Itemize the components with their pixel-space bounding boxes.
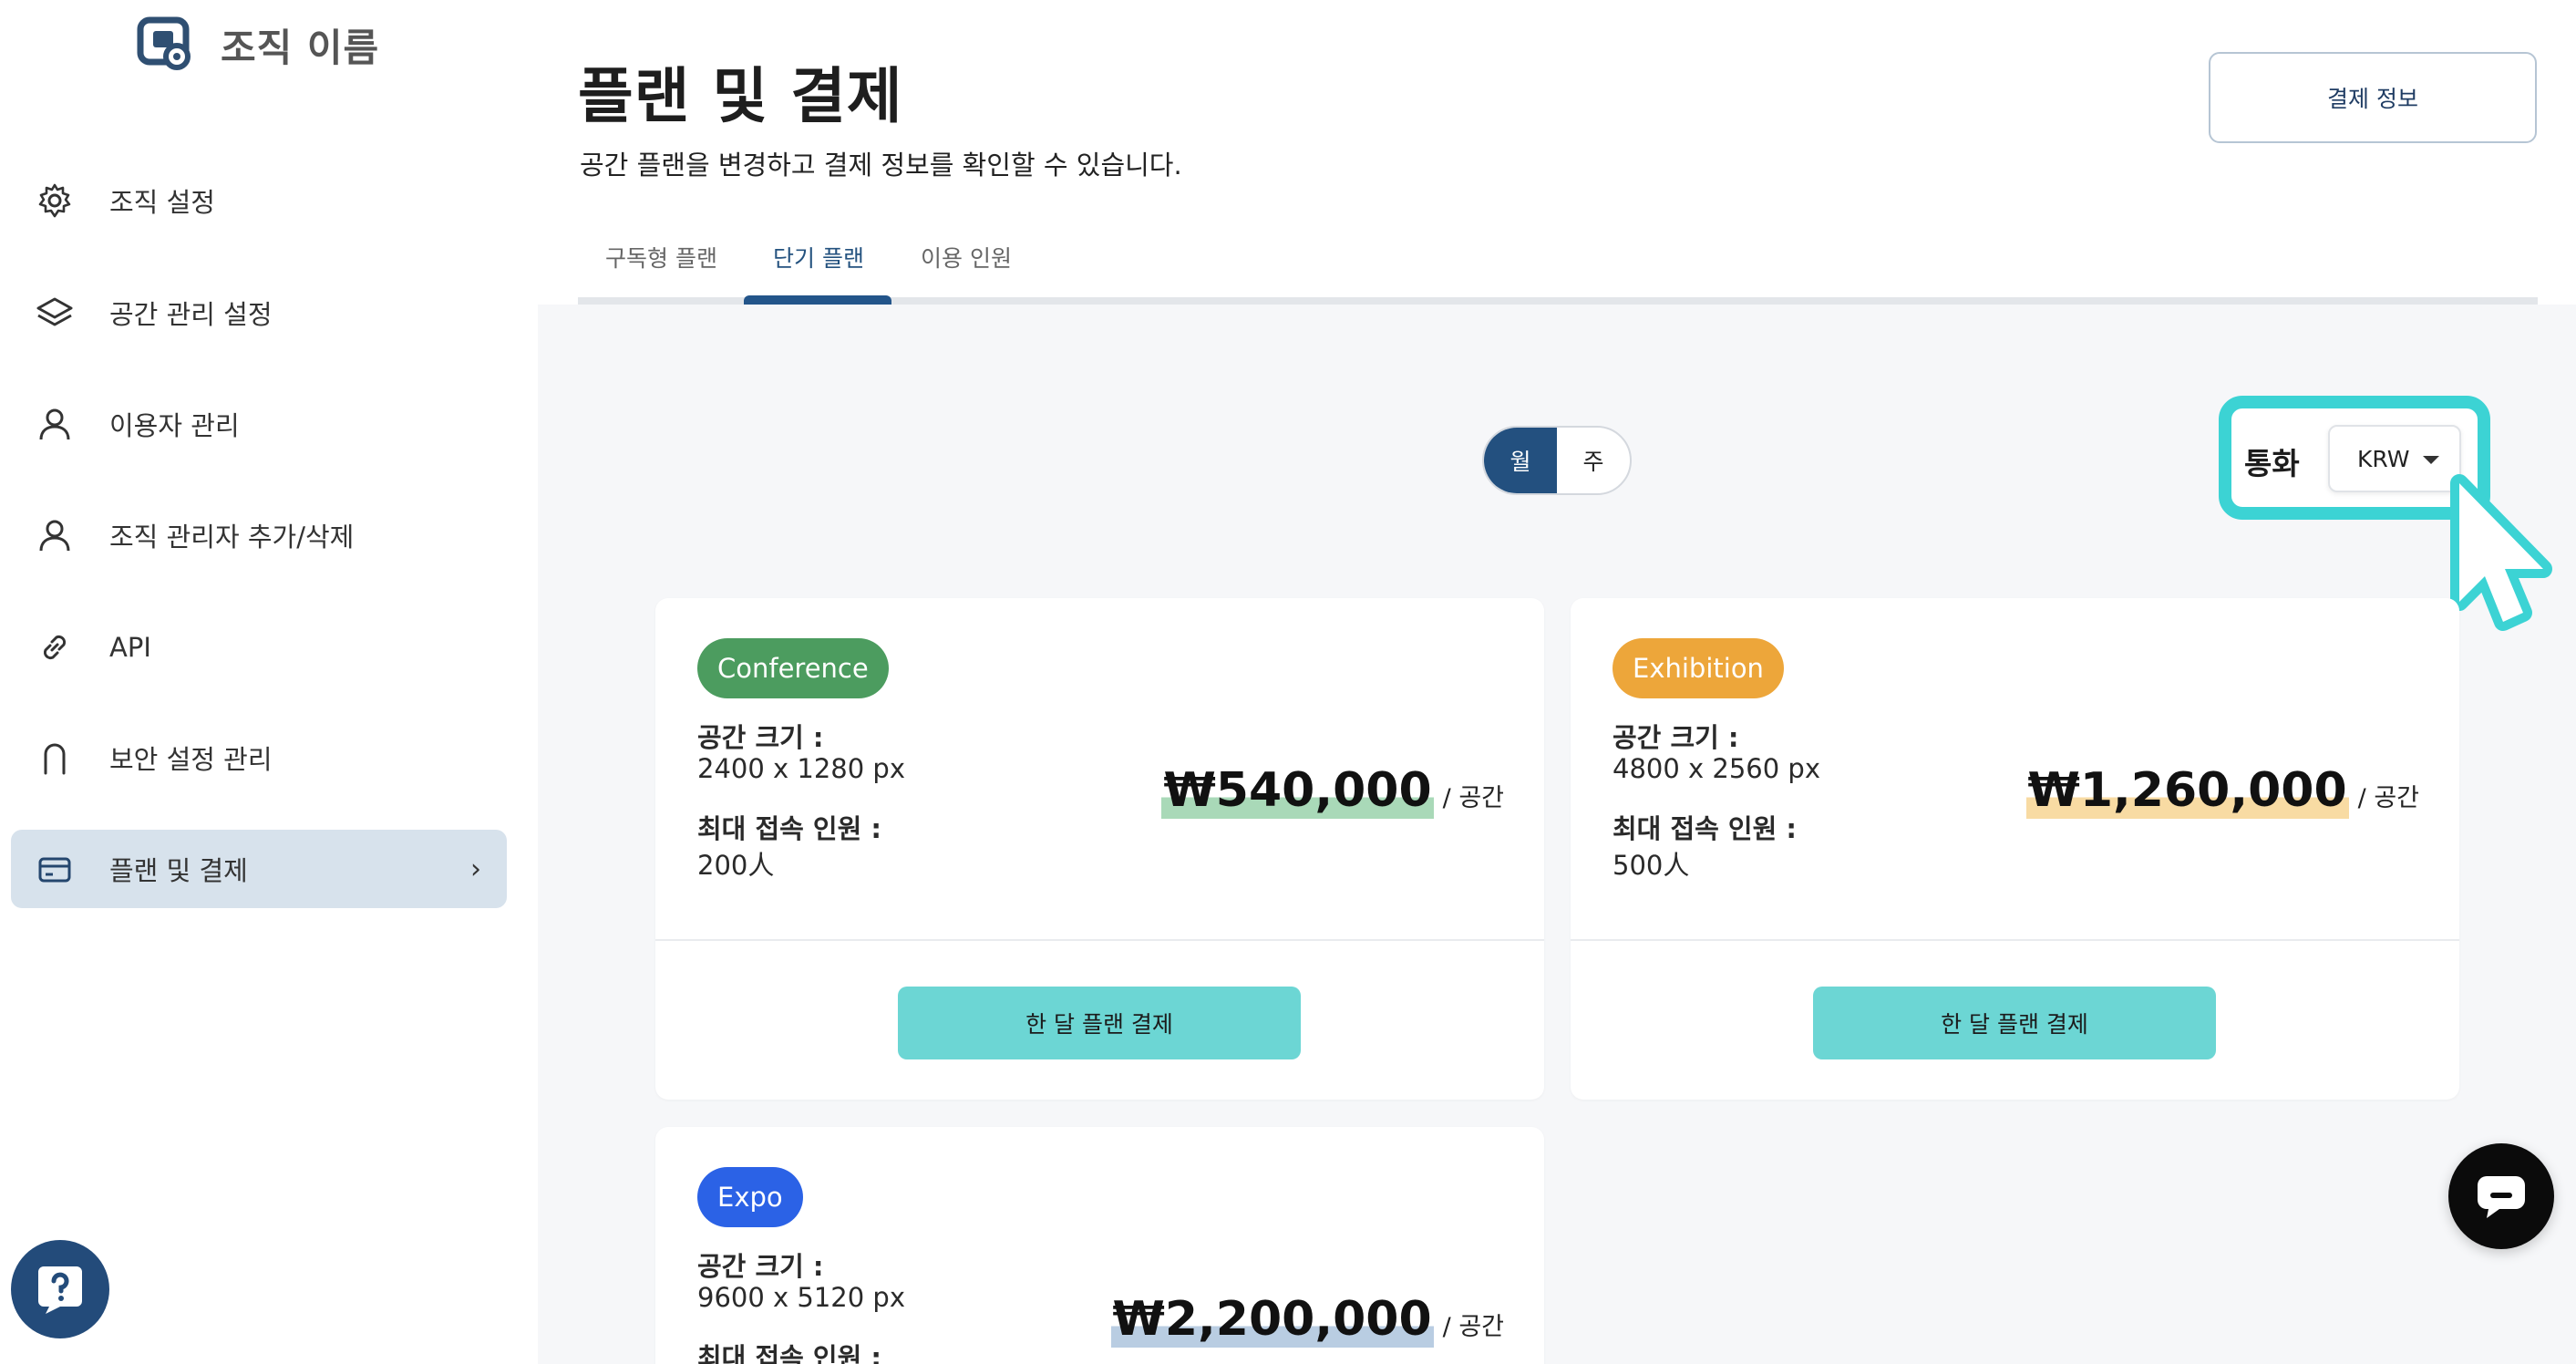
plan-badge: Conference — [697, 638, 889, 698]
sidebar-item-users[interactable]: 이용자 관리 — [11, 385, 507, 463]
org-logo-icon — [137, 16, 191, 70]
page-subtitle: 공간 플랜을 변경하고 결제 정보를 확인할 수 있습니다. — [580, 150, 1182, 181]
plan-badge: Exhibition — [1613, 638, 1784, 698]
sidebar-item-plans-billing[interactable]: 플랜 및 결제 › — [11, 830, 507, 908]
plan-card-exhibition: Exhibition 공간 크기 : 4800 x 2560 px 최대 접속 … — [1571, 598, 2459, 1100]
help-question-icon — [38, 1266, 82, 1314]
chat-bubble-icon — [2478, 1176, 2525, 1218]
sidebar-item-space-settings[interactable]: 공간 관리 설정 — [11, 274, 507, 352]
org-name: 조직 이름 — [221, 25, 380, 70]
price-block: ₩1,260,000 / 공간 — [2025, 762, 2419, 819]
chat-button[interactable] — [2448, 1143, 2554, 1249]
link-icon — [35, 627, 75, 667]
plan-price: ₩2,200,000 — [1110, 1291, 1434, 1348]
plan-card-conference: Conference 공간 크기 : 2400 x 1280 px 최대 접속 … — [655, 598, 1544, 1100]
user-icon — [35, 515, 75, 555]
sidebar-item-label: 조직 설정 — [109, 187, 215, 218]
active-tab-indicator — [744, 295, 891, 305]
plan-price: ₩540,000 — [1161, 762, 1434, 819]
space-size-value: 2400 x 1280 px — [697, 753, 905, 784]
org-header[interactable]: 조직 이름 — [137, 16, 379, 73]
user-icon — [35, 404, 75, 444]
plan-tabs: 구독형 플랜 단기 플랜 이용 인원 — [578, 219, 2538, 305]
sidebar-item-label: 조직 관리자 추가/삭제 — [109, 522, 355, 553]
currency-selected-value: KRW — [2357, 445, 2410, 472]
sidebar-item-admins[interactable]: 조직 관리자 추가/삭제 — [11, 496, 507, 574]
space-size-label: 공간 크기 : — [697, 1251, 824, 1282]
price-unit: / 공간 — [2357, 784, 2419, 812]
buy-monthly-plan-button[interactable]: 한 달 플랜 결제 — [1813, 987, 2216, 1059]
max-users-value: 200人 — [697, 850, 775, 881]
gear-icon — [35, 181, 75, 221]
tab-short-term[interactable]: 단기 플랜 — [773, 241, 864, 274]
sidebar-item-org-settings[interactable]: 조직 설정 — [11, 161, 507, 240]
help-button[interactable] — [11, 1240, 109, 1338]
sidebar-item-label: 보안 설정 관리 — [109, 744, 273, 775]
max-users-label: 최대 접속 인원 : — [697, 813, 881, 844]
sidebar-item-label: API — [109, 632, 151, 663]
sidebar-item-api[interactable]: API — [11, 608, 507, 687]
price-block: ₩2,200,000 / 공간 — [1110, 1291, 1504, 1348]
max-users-label: 최대 접속 인원 : — [697, 1342, 881, 1364]
buy-monthly-plan-button[interactable]: 한 달 플랜 결제 — [898, 987, 1301, 1059]
space-size-label: 공간 크기 : — [697, 722, 824, 753]
period-toggle[interactable]: 월 주 — [1482, 426, 1632, 495]
price-unit: / 공간 — [1442, 1313, 1504, 1341]
card-divider — [1571, 939, 2459, 941]
chevron-right-icon: › — [470, 852, 481, 885]
card-icon — [35, 849, 75, 889]
price-unit: / 공간 — [1442, 784, 1504, 812]
page-title: 플랜 및 결제 — [578, 61, 903, 131]
space-size-value: 4800 x 2560 px — [1613, 753, 1820, 784]
billing-info-button[interactable]: 결제 정보 — [2209, 52, 2537, 143]
lock-icon — [35, 738, 75, 778]
sidebar: 조직 이름 조직 설정 공간 관리 설정 이용자 관리 조직 관리자 추가/삭제… — [0, 0, 538, 1364]
sidebar-item-label: 플랜 및 결제 — [109, 855, 248, 886]
layers-icon — [35, 293, 75, 333]
max-users-label: 최대 접속 인원 : — [1613, 813, 1797, 844]
sidebar-item-security[interactable]: 보안 설정 관리 — [11, 718, 507, 797]
max-users-value: 500人 — [1613, 850, 1690, 881]
period-month-option[interactable]: 월 — [1484, 428, 1557, 493]
space-size-label: 공간 크기 : — [1613, 722, 1739, 753]
tab-users[interactable]: 이용 인원 — [921, 241, 1012, 274]
card-divider — [655, 939, 1544, 941]
space-size-value: 9600 x 5120 px — [697, 1282, 905, 1313]
price-block: ₩540,000 / 공간 — [1161, 762, 1504, 819]
tab-subscription[interactable]: 구독형 플랜 — [605, 241, 717, 274]
plan-price: ₩1,260,000 — [2025, 762, 2349, 819]
caret-down-icon — [2423, 456, 2439, 464]
sidebar-item-label: 이용자 관리 — [109, 410, 240, 441]
sidebar-item-label: 공간 관리 설정 — [109, 299, 273, 330]
currency-label: 통화 — [2244, 446, 2300, 481]
period-week-option[interactable]: 주 — [1557, 428, 1630, 493]
plan-card-expo: Expo 공간 크기 : 9600 x 5120 px 최대 접속 인원 : ₩… — [655, 1127, 1544, 1364]
plan-badge: Expo — [697, 1167, 803, 1227]
